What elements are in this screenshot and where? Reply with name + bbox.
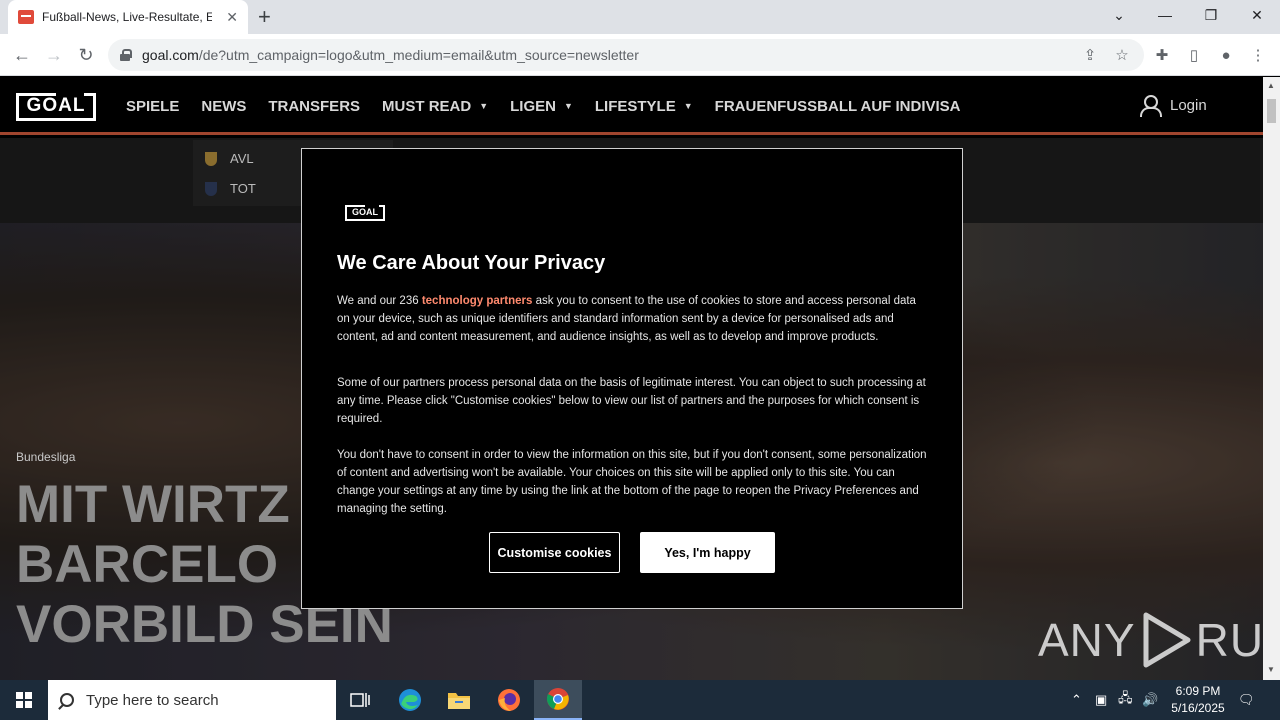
taskbar-clock[interactable]: 6:09 PM 5/16/2025 <box>1160 683 1236 717</box>
new-tab-button[interactable]: + <box>258 5 271 29</box>
nav-transfers-label: TRANSFERS <box>268 97 361 115</box>
home-team: AVL <box>205 151 254 166</box>
home-team-name: AVL <box>230 151 254 166</box>
folder-icon <box>448 693 470 709</box>
chevron-down-icon: ▼ <box>563 101 573 111</box>
chrome-menu-icon[interactable]: ⋮ <box>1248 45 1268 65</box>
site-header: GOAL SPIELE NEWS TRANSFERS MUST READ ▼ LI… <box>0 77 1263 135</box>
page-scrollbar[interactable]: ▲ ▼ <box>1263 77 1280 680</box>
file-explorer-taskbar-button[interactable] <box>435 680 483 720</box>
away-team-name: TOT <box>230 181 256 196</box>
address-bar[interactable]: goal.com/de?utm_campaign=logo&utm_medium… <box>108 39 1144 71</box>
nav-lifestyle[interactable]: LIFESTYLE ▼ <box>595 98 693 115</box>
play-triangle-icon <box>1143 612 1191 668</box>
url-path: /de?utm_campaign=logo&utm_medium=email&u… <box>198 47 639 63</box>
url-host: goal.com <box>142 47 199 63</box>
network-icon[interactable]: 🖧 <box>1118 680 1133 720</box>
nav-must-read-label: MUST READ <box>382 97 472 115</box>
firefox-icon <box>498 689 520 711</box>
nav-must-read[interactable]: MUST READ ▼ <box>382 98 488 115</box>
main-navigation: SPIELE NEWS TRANSFERS MUST READ ▼ LIGEN ▼ … <box>126 77 983 135</box>
profile-avatar-icon[interactable]: ● <box>1216 45 1236 65</box>
reload-icon[interactable]: ↻ <box>74 43 98 67</box>
edge-icon <box>399 689 421 711</box>
firefox-taskbar-button[interactable] <box>485 680 533 720</box>
tottenham-crest-icon <box>205 181 217 196</box>
chevron-down-icon: ▼ <box>683 101 693 111</box>
back-arrow-icon[interactable]: ← <box>10 43 34 67</box>
dialog-paragraph-2: Some of our partners process personal da… <box>337 377 926 425</box>
dialog-goal-logo: GOAL <box>345 205 385 221</box>
scroll-down-arrow-icon[interactable]: ▼ <box>1267 665 1275 674</box>
lock-icon[interactable] <box>120 49 132 61</box>
nav-frauenfussball[interactable]: FRAUENFUSSBALL AUF INDIVISA <box>715 98 961 115</box>
nav-transfers[interactable]: TRANSFERS <box>268 98 360 115</box>
aston-villa-crest-icon <box>205 151 217 166</box>
device-tray-icon[interactable]: ▣ <box>1095 680 1107 720</box>
scroll-up-arrow-icon[interactable]: ▲ <box>1267 81 1275 90</box>
user-icon <box>1140 95 1162 117</box>
tab-search-icon[interactable]: ⌄ <box>1096 0 1142 30</box>
clock-time: 6:09 PM <box>1175 684 1221 698</box>
share-icon[interactable]: ⇪ <box>1080 45 1100 65</box>
browser-tab-strip: Fußball-News, Live-Resultate, Er ✕ + ⌄ —… <box>0 0 1280 34</box>
nav-frauenfussball-label: FRAUENFUSSBALL AUF INDIVISA <box>714 97 961 115</box>
nav-news-label: NEWS <box>201 97 247 115</box>
goal-favicon-icon <box>18 10 34 24</box>
tab-title: Fußball-News, Live-Resultate, Er <box>42 10 212 24</box>
dialog-title: We Care About Your Privacy <box>337 252 606 274</box>
bookmark-star-icon[interactable]: ☆ <box>1112 45 1132 65</box>
watermark-run: RUN <box>1195 614 1263 666</box>
close-window-button[interactable]: ✕ <box>1234 0 1280 30</box>
dialog-paragraph-1: We and our 236 technology partners ask y… <box>337 292 931 346</box>
extensions-puzzle-icon[interactable]: ✚ <box>1152 45 1172 65</box>
search-icon <box>60 693 74 707</box>
article-category[interactable]: Bundesliga <box>16 450 75 464</box>
notifications-icon[interactable]: 🗨 <box>1238 680 1255 720</box>
anyrun-watermark: ANY RUN <box>1038 611 1263 669</box>
customise-cookies-button[interactable]: Customise cookies <box>489 532 620 573</box>
volume-icon[interactable]: 🔊 <box>1142 680 1158 720</box>
nav-ligen-label: LIGEN <box>510 97 556 115</box>
nav-news[interactable]: NEWS <box>201 98 246 115</box>
goal-logo[interactable]: GOAL <box>16 93 96 121</box>
accept-cookies-button[interactable]: Yes, I'm happy <box>640 532 775 573</box>
start-button[interactable] <box>0 680 48 720</box>
login-label: Login <box>1170 96 1207 114</box>
task-view-button[interactable] <box>336 680 384 720</box>
nav-ligen[interactable]: LIGEN ▼ <box>510 98 573 115</box>
nav-spiele[interactable]: SPIELE <box>126 98 179 115</box>
watermark-any: ANY <box>1038 614 1136 666</box>
chevron-down-icon: ▼ <box>479 101 489 111</box>
nav-spiele-label: SPIELE <box>126 97 180 115</box>
taskbar-search-box[interactable]: Type here to search <box>48 680 336 720</box>
chrome-taskbar-button[interactable] <box>534 680 582 720</box>
nav-lifestyle-label: LIFESTYLE <box>594 97 676 115</box>
chrome-icon <box>546 688 569 710</box>
url-text[interactable]: goal.com/de?utm_campaign=logo&utm_medium… <box>142 47 639 63</box>
windows-taskbar: Type here to search ⌃ ▣ 🖧 🔊 6:09 PM 5/16… <box>0 680 1280 720</box>
browser-toolbar: ← → ↻ goal.com/de?utm_campaign=logo&utm_… <box>0 34 1280 76</box>
chevron-up-icon: ⌃ <box>1071 692 1082 707</box>
technology-partners-link[interactable]: technology partners <box>422 295 533 307</box>
search-placeholder: Type here to search <box>86 691 219 709</box>
dialog-paragraph-3: You don't have to consent in order to vi… <box>337 449 927 515</box>
browser-tab[interactable]: Fußball-News, Live-Resultate, Er ✕ <box>8 0 248 34</box>
restore-button[interactable]: ❐ <box>1188 0 1234 30</box>
p1-before: We and our 236 <box>337 295 422 307</box>
windows-logo-icon <box>16 692 32 708</box>
login-link[interactable]: Login <box>1140 95 1207 117</box>
side-panel-icon[interactable]: ▯ <box>1184 45 1204 65</box>
privacy-consent-dialog: GOAL We Care About Your Privacy We and o… <box>301 148 963 609</box>
minimize-button[interactable]: — <box>1142 0 1188 30</box>
show-hidden-icons[interactable]: ⌃ <box>1071 680 1082 720</box>
scrollbar-thumb[interactable] <box>1267 99 1276 123</box>
tab-close-icon[interactable]: ✕ <box>226 9 238 26</box>
task-view-icon <box>350 693 370 707</box>
edge-taskbar-button[interactable] <box>386 680 434 720</box>
away-team: TOT <box>205 181 256 196</box>
clock-date: 5/16/2025 <box>1171 701 1225 715</box>
forward-arrow-icon[interactable]: → <box>42 43 66 67</box>
